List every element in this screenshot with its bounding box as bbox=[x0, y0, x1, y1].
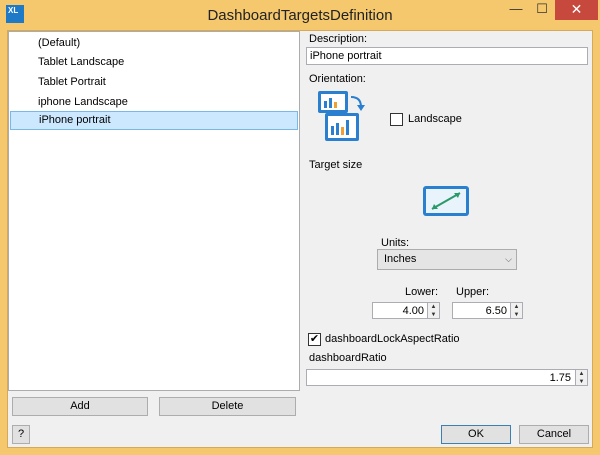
spin-down-icon[interactable]: ▼ bbox=[428, 311, 439, 319]
target-size-label: Target size bbox=[309, 159, 363, 171]
list-item[interactable]: Tablet Landscape bbox=[10, 53, 298, 72]
checkmark-icon: ✔ bbox=[309, 333, 320, 345]
orientation-label: Orientation: bbox=[309, 73, 366, 85]
dialog-body: (Default) Tablet Landscape Tablet Portra… bbox=[7, 30, 593, 448]
close-button[interactable]: ✕ bbox=[555, 0, 598, 20]
cancel-button[interactable]: Cancel bbox=[519, 425, 589, 444]
upper-spinner[interactable]: ▲ ▼ bbox=[510, 303, 522, 318]
units-label: Units: bbox=[381, 237, 410, 249]
lower-value: 4.00 bbox=[402, 305, 424, 317]
units-value: Inches bbox=[384, 253, 417, 265]
minimize-button[interactable]: — bbox=[503, 0, 529, 20]
description-label: Description: bbox=[309, 33, 368, 45]
upper-label: Upper: bbox=[456, 286, 490, 298]
ratio-input[interactable]: 1.75 ▲ ▼ bbox=[306, 369, 588, 386]
list-item[interactable]: iphone Landscape bbox=[10, 93, 298, 112]
spin-up-icon[interactable]: ▲ bbox=[428, 303, 439, 311]
landscape-checkbox[interactable] bbox=[390, 113, 403, 126]
lower-label: Lower: bbox=[405, 286, 439, 298]
ratio-label: dashboardRatio bbox=[309, 352, 387, 364]
spin-down-icon[interactable]: ▼ bbox=[511, 311, 522, 319]
spin-up-icon[interactable]: ▲ bbox=[511, 303, 522, 311]
upper-value: 6.50 bbox=[485, 305, 507, 317]
ok-button[interactable]: OK bbox=[441, 425, 511, 444]
chevron-down-icon[interactable]: ⌵ bbox=[505, 250, 512, 269]
spin-down-icon[interactable]: ▼ bbox=[576, 378, 587, 386]
maximize-button[interactable]: ☐ bbox=[529, 0, 555, 20]
lock-aspect-ratio-label: dashboardLockAspectRatio bbox=[325, 333, 460, 345]
help-button[interactable]: ? bbox=[12, 425, 30, 444]
list-item[interactable]: (Default) bbox=[10, 34, 298, 53]
target-size-icon bbox=[423, 186, 469, 216]
ratio-spinner[interactable]: ▲ ▼ bbox=[575, 370, 587, 385]
spin-up-icon[interactable]: ▲ bbox=[576, 370, 587, 378]
targets-list[interactable]: (Default) Tablet Landscape Tablet Portra… bbox=[8, 31, 300, 391]
ratio-value: 1.75 bbox=[549, 372, 571, 384]
orientation-icon bbox=[318, 91, 365, 141]
delete-button[interactable]: Delete bbox=[159, 397, 296, 416]
list-item-selected[interactable]: iPhone portrait bbox=[10, 111, 298, 130]
lock-aspect-ratio-checkbox[interactable]: ✔ bbox=[308, 333, 321, 346]
upper-input[interactable]: 6.50 ▲ ▼ bbox=[452, 302, 523, 319]
lower-input[interactable]: 4.00 ▲ ▼ bbox=[372, 302, 440, 319]
add-button[interactable]: Add bbox=[12, 397, 148, 416]
title-bar[interactable]: XL DashboardTargetsDefinition — ☐ ✕ bbox=[0, 0, 600, 30]
lower-spinner[interactable]: ▲ ▼ bbox=[427, 303, 439, 318]
list-item[interactable]: Tablet Portrait bbox=[10, 73, 298, 92]
units-dropdown[interactable]: Inches ⌵ bbox=[377, 249, 517, 270]
description-field[interactable]: iPhone portrait bbox=[306, 47, 588, 65]
landscape-label: Landscape bbox=[408, 113, 462, 125]
